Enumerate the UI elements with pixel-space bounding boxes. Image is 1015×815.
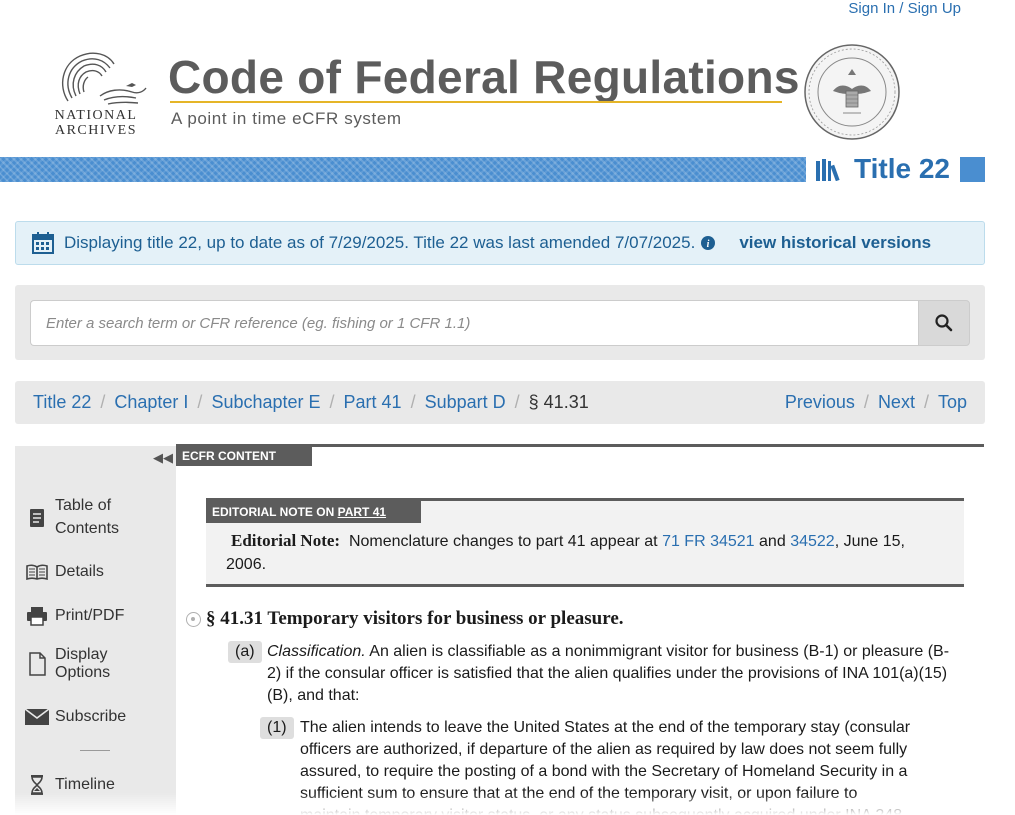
editorial-note-tab: EDITORIAL NOTE ON PART 41 xyxy=(206,501,421,523)
nav-separator: / xyxy=(863,392,869,412)
paragraph-a: (a) Classification. An alien is classifi… xyxy=(228,641,956,707)
envelope-icon xyxy=(25,705,49,729)
editorial-note-label: Editorial Note: xyxy=(231,531,341,550)
sidebar-divider xyxy=(80,750,110,751)
sidebar-item-label: Display Options xyxy=(55,646,111,681)
sidebar-item-print-pdf[interactable]: Print/PDF xyxy=(25,604,124,628)
breadcrumb-separator: / xyxy=(514,392,520,412)
title-underline xyxy=(170,101,782,103)
breadcrumb-separator: / xyxy=(100,392,106,412)
breadcrumb-current: § 41.31 xyxy=(528,392,589,412)
svg-text:i: i xyxy=(707,239,710,250)
paragraph-title: Classification. xyxy=(267,643,366,660)
breadcrumb-separator: / xyxy=(329,392,335,412)
title-stripe-end xyxy=(960,157,985,182)
title-stripe xyxy=(0,157,806,182)
sidebar-item-label: Print/PDF xyxy=(55,607,125,624)
search-button[interactable] xyxy=(918,300,970,346)
breadcrumb: Title 22 / Chapter I / Subchapter E / Pa… xyxy=(15,381,985,424)
breadcrumb-subchapter[interactable]: Subchapter E xyxy=(211,392,320,413)
sidebar-item-label: Subscribe xyxy=(55,708,127,725)
version-banner-text: Displaying title 22, up to date as of 7/… xyxy=(64,233,696,252)
search-input[interactable] xyxy=(30,300,920,346)
editorial-note: EDITORIAL NOTE ON PART 41 Editorial Note… xyxy=(206,498,964,587)
site-header: NATIONAL ARCHIVES Code of Federal Regula… xyxy=(0,38,1015,148)
fr-citation-link[interactable]: 71 FR 34521 xyxy=(662,533,755,550)
section-navigation: Previous / Next / Top xyxy=(785,381,967,424)
search-area xyxy=(15,285,985,360)
national-archives-logo[interactable]: NATIONAL ARCHIVES xyxy=(48,46,148,141)
paragraph-marker[interactable]: (1) xyxy=(260,717,294,739)
collapse-sidebar-icon[interactable]: ◀◀ xyxy=(153,450,173,466)
eagle-logo-icon xyxy=(61,52,147,105)
previous-link[interactable]: Previous xyxy=(785,392,855,413)
site-title: Code of Federal Regulations xyxy=(168,51,800,103)
calendar-icon xyxy=(32,232,54,254)
breadcrumb-subpart[interactable]: Subpart D xyxy=(425,392,506,413)
top-link[interactable]: Top xyxy=(938,392,967,413)
breadcrumb-part[interactable]: Part 41 xyxy=(344,392,402,413)
info-icon[interactable]: i xyxy=(701,236,716,250)
scroll-fade xyxy=(0,793,1015,815)
ecfr-content-tab: ECFR CONTENT xyxy=(176,447,312,466)
title-tag[interactable]: Title 22 xyxy=(816,152,950,186)
breadcrumb-title[interactable]: Title 22 xyxy=(33,392,91,413)
sidebar: ◀◀ Table of Contents Details Print/PDF Di… xyxy=(15,446,176,815)
section-heading: § 41.31 Temporary visitors for business … xyxy=(206,608,624,629)
printer-icon xyxy=(25,604,49,628)
fr-citation-link-2[interactable]: 34522 xyxy=(790,533,835,550)
sidebar-item-table-of-contents[interactable]: Table of Contents xyxy=(25,494,119,540)
site-subtitle: A point in time eCFR system xyxy=(171,109,402,128)
sidebar-item-label: Details xyxy=(55,563,104,580)
breadcrumb-chapter[interactable]: Chapter I xyxy=(114,392,188,413)
library-books-icon xyxy=(816,159,840,181)
document-icon xyxy=(25,652,49,676)
section-anchor-icon[interactable] xyxy=(186,612,201,627)
title-tag-label: Title 22 xyxy=(854,153,950,184)
toc-icon xyxy=(25,506,49,530)
sign-in-link[interactable]: Sign In / Sign Up xyxy=(848,0,961,17)
paragraph-marker[interactable]: (a) xyxy=(228,641,262,663)
book-icon xyxy=(25,560,49,584)
paragraph-text: An alien is classifiable as a nonimmigra… xyxy=(267,643,950,704)
nara-seal-icon xyxy=(804,44,900,140)
nav-separator: / xyxy=(923,392,929,412)
sidebar-item-label: Table of Contents xyxy=(55,497,120,537)
breadcrumb-separator: / xyxy=(197,392,203,412)
view-historical-versions-link[interactable]: view historical versions xyxy=(739,233,931,253)
version-banner: Displaying title 22, up to date as of 7/… xyxy=(15,221,985,265)
editorial-note-text: Editorial Note: Nomenclature changes to … xyxy=(226,531,905,573)
breadcrumb-separator: / xyxy=(410,392,416,412)
sidebar-item-subscribe[interactable]: Subscribe xyxy=(25,705,126,729)
national-archives-text: NATIONAL ARCHIVES xyxy=(54,108,138,138)
next-link[interactable]: Next xyxy=(878,392,915,413)
sidebar-item-display-options[interactable]: Display Options xyxy=(25,646,110,682)
part-41-link[interactable]: PART 41 xyxy=(338,505,386,519)
sidebar-item-details[interactable]: Details xyxy=(25,560,104,584)
search-icon xyxy=(935,314,953,332)
